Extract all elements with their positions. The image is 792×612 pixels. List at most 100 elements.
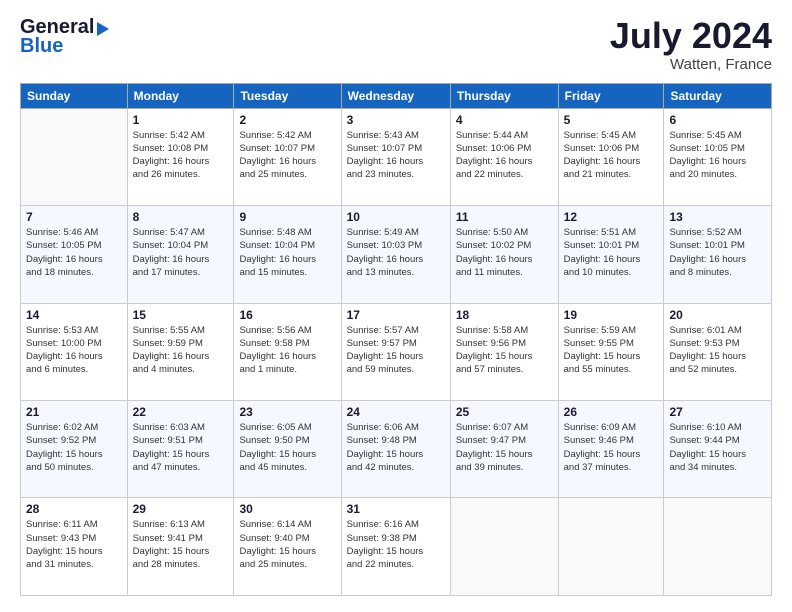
header-cell-saturday: Saturday: [664, 83, 772, 108]
day-info: Sunrise: 6:13 AM Sunset: 9:41 PM Dayligh…: [133, 518, 229, 571]
day-info: Sunrise: 6:14 AM Sunset: 9:40 PM Dayligh…: [239, 518, 335, 571]
calendar-cell: 8 Sunrise: 5:47 AM Sunset: 10:04 PM Dayli…: [127, 206, 234, 303]
day-number: 11: [456, 210, 553, 224]
day-number: 7: [26, 210, 122, 224]
day-info: Sunrise: 5:48 AM Sunset: 10:04 PM Daylig…: [239, 226, 335, 279]
calendar-cell: 5 Sunrise: 5:45 AM Sunset: 10:06 PM Dayli…: [558, 108, 664, 205]
day-number: 16: [239, 308, 335, 322]
day-number: 13: [669, 210, 766, 224]
day-info: Sunrise: 6:11 AM Sunset: 9:43 PM Dayligh…: [26, 518, 122, 571]
calendar-cell: 20 Sunrise: 6:01 AM Sunset: 9:53 PM Dayli…: [664, 303, 772, 400]
day-number: 27: [669, 405, 766, 419]
week-row-5: 28 Sunrise: 6:11 AM Sunset: 9:43 PM Dayli…: [21, 498, 772, 596]
calendar-cell: 25 Sunrise: 6:07 AM Sunset: 9:47 PM Dayli…: [450, 401, 558, 498]
header-cell-friday: Friday: [558, 83, 664, 108]
calendar-cell: 27 Sunrise: 6:10 AM Sunset: 9:44 PM Dayli…: [664, 401, 772, 498]
day-number: 8: [133, 210, 229, 224]
day-info: Sunrise: 6:16 AM Sunset: 9:38 PM Dayligh…: [347, 518, 445, 571]
day-info: Sunrise: 6:05 AM Sunset: 9:50 PM Dayligh…: [239, 421, 335, 474]
day-info: Sunrise: 5:42 AM Sunset: 10:08 PM Daylig…: [133, 129, 229, 182]
day-number: 1: [133, 113, 229, 127]
day-number: 2: [239, 113, 335, 127]
main-title: July 2024: [610, 16, 772, 56]
header-cell-monday: Monday: [127, 83, 234, 108]
day-info: Sunrise: 5:42 AM Sunset: 10:07 PM Daylig…: [239, 129, 335, 182]
calendar-cell: 21 Sunrise: 6:02 AM Sunset: 9:52 PM Dayli…: [21, 401, 128, 498]
day-info: Sunrise: 6:06 AM Sunset: 9:48 PM Dayligh…: [347, 421, 445, 474]
calendar-cell: 3 Sunrise: 5:43 AM Sunset: 10:07 PM Dayli…: [341, 108, 450, 205]
day-info: Sunrise: 5:55 AM Sunset: 9:59 PM Dayligh…: [133, 324, 229, 377]
day-info: Sunrise: 5:49 AM Sunset: 10:03 PM Daylig…: [347, 226, 445, 279]
day-info: Sunrise: 6:03 AM Sunset: 9:51 PM Dayligh…: [133, 421, 229, 474]
calendar-cell: 10 Sunrise: 5:49 AM Sunset: 10:03 PM Dayl…: [341, 206, 450, 303]
calendar-cell: 6 Sunrise: 5:45 AM Sunset: 10:05 PM Dayli…: [664, 108, 772, 205]
logo-arrow-icon: [97, 22, 109, 36]
day-info: Sunrise: 5:47 AM Sunset: 10:04 PM Daylig…: [133, 226, 229, 279]
calendar-cell: 30 Sunrise: 6:14 AM Sunset: 9:40 PM Dayli…: [234, 498, 341, 596]
day-number: 3: [347, 113, 445, 127]
day-number: 25: [456, 405, 553, 419]
calendar-cell: [450, 498, 558, 596]
calendar-cell: 18 Sunrise: 5:58 AM Sunset: 9:56 PM Dayli…: [450, 303, 558, 400]
day-info: Sunrise: 5:44 AM Sunset: 10:06 PM Daylig…: [456, 129, 553, 182]
day-info: Sunrise: 6:01 AM Sunset: 9:53 PM Dayligh…: [669, 324, 766, 377]
day-number: 9: [239, 210, 335, 224]
day-info: Sunrise: 5:45 AM Sunset: 10:06 PM Daylig…: [564, 129, 659, 182]
day-info: Sunrise: 5:59 AM Sunset: 9:55 PM Dayligh…: [564, 324, 659, 377]
day-number: 14: [26, 308, 122, 322]
calendar-cell: 14Sunrise: 5:53 AM Sunset: 10:00 PM Dayl…: [21, 303, 128, 400]
calendar-cell: [558, 498, 664, 596]
header-cell-tuesday: Tuesday: [234, 83, 341, 108]
day-info: Sunrise: 5:58 AM Sunset: 9:56 PM Dayligh…: [456, 324, 553, 377]
day-number: 12: [564, 210, 659, 224]
day-number: 18: [456, 308, 553, 322]
calendar-cell: 23 Sunrise: 6:05 AM Sunset: 9:50 PM Dayli…: [234, 401, 341, 498]
day-number: 15: [133, 308, 229, 322]
header: General Blue July 2024 Watten, France: [20, 16, 772, 73]
day-number: 19: [564, 308, 659, 322]
day-number: 31: [347, 502, 445, 516]
logo: General Blue: [20, 16, 109, 58]
day-info: Sunrise: 5:45 AM Sunset: 10:05 PM Daylig…: [669, 129, 766, 182]
calendar-cell: 11 Sunrise: 5:50 AM Sunset: 10:02 PM Dayl…: [450, 206, 558, 303]
day-info: Sunrise: 5:57 AM Sunset: 9:57 PM Dayligh…: [347, 324, 445, 377]
day-info: Sunrise: 5:43 AM Sunset: 10:07 PM Daylig…: [347, 129, 445, 182]
header-cell-thursday: Thursday: [450, 83, 558, 108]
week-row-3: 14Sunrise: 5:53 AM Sunset: 10:00 PM Dayl…: [21, 303, 772, 400]
day-number: 22: [133, 405, 229, 419]
calendar-cell: 24 Sunrise: 6:06 AM Sunset: 9:48 PM Dayli…: [341, 401, 450, 498]
day-info: Sunrise: 5:46 AM Sunset: 10:05 PM Daylig…: [26, 226, 122, 279]
day-info: Sunrise: 6:02 AM Sunset: 9:52 PM Dayligh…: [26, 421, 122, 474]
day-number: 23: [239, 405, 335, 419]
day-number: 24: [347, 405, 445, 419]
day-info: Sunrise: 5:50 AM Sunset: 10:02 PM Daylig…: [456, 226, 553, 279]
day-number: 21: [26, 405, 122, 419]
calendar-cell: 4Sunrise: 5:44 AM Sunset: 10:06 PM Dayli…: [450, 108, 558, 205]
calendar-cell: 7 Sunrise: 5:46 AM Sunset: 10:05 PM Dayli…: [21, 206, 128, 303]
calendar-cell: 29 Sunrise: 6:13 AM Sunset: 9:41 PM Dayli…: [127, 498, 234, 596]
day-number: 10: [347, 210, 445, 224]
title-area: July 2024 Watten, France: [610, 16, 772, 73]
calendar-cell: 26Sunrise: 6:09 AM Sunset: 9:46 PM Dayli…: [558, 401, 664, 498]
day-number: 20: [669, 308, 766, 322]
day-number: 6: [669, 113, 766, 127]
day-number: 28: [26, 502, 122, 516]
day-info: Sunrise: 6:07 AM Sunset: 9:47 PM Dayligh…: [456, 421, 553, 474]
calendar-cell: 22 Sunrise: 6:03 AM Sunset: 9:51 PM Dayli…: [127, 401, 234, 498]
logo-text-blue: Blue: [20, 35, 63, 58]
header-cell-sunday: Sunday: [21, 83, 128, 108]
calendar-table: SundayMondayTuesdayWednesdayThursdayFrid…: [20, 83, 772, 596]
header-cell-wednesday: Wednesday: [341, 83, 450, 108]
calendar-cell: [664, 498, 772, 596]
day-number: 29: [133, 502, 229, 516]
week-row-1: 1 Sunrise: 5:42 AM Sunset: 10:08 PM Dayli…: [21, 108, 772, 205]
day-number: 5: [564, 113, 659, 127]
day-info: Sunrise: 6:10 AM Sunset: 9:44 PM Dayligh…: [669, 421, 766, 474]
page: General Blue July 2024 Watten, France Su…: [0, 0, 792, 612]
calendar-cell: 17 Sunrise: 5:57 AM Sunset: 9:57 PM Dayli…: [341, 303, 450, 400]
day-info: Sunrise: 5:51 AM Sunset: 10:01 PM Daylig…: [564, 226, 659, 279]
day-info: Sunrise: 6:09 AM Sunset: 9:46 PM Dayligh…: [564, 421, 659, 474]
calendar-cell: 28 Sunrise: 6:11 AM Sunset: 9:43 PM Dayli…: [21, 498, 128, 596]
day-number: 17: [347, 308, 445, 322]
day-number: 30: [239, 502, 335, 516]
